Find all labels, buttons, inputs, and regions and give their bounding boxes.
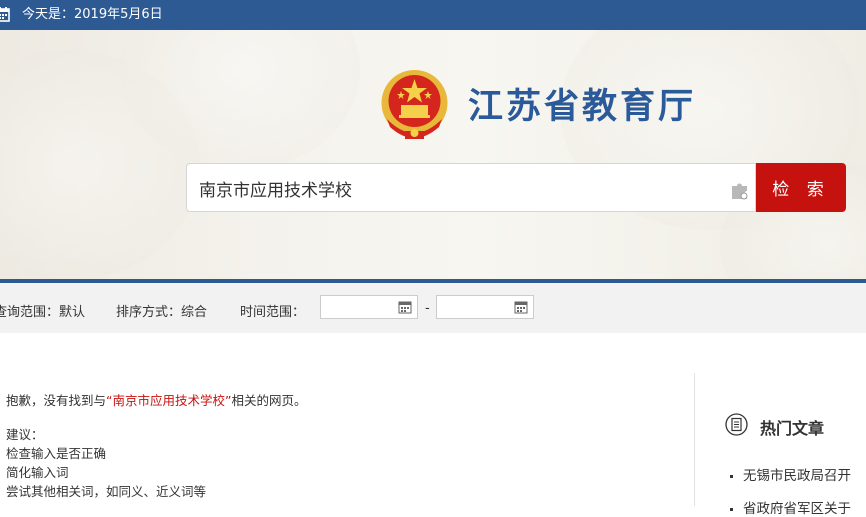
national-emblem [381, 70, 448, 139]
search-scope-filter[interactable]: 查询范围：默认 [0, 301, 85, 320]
hot-article-link[interactable]: 无锡市民政局召开 [730, 464, 851, 484]
suggestion-item: 检查输入是否正确 [6, 446, 107, 461]
search-input[interactable] [197, 174, 721, 203]
suggestion-item: 尝试其他相关词，如同义、近义词等 [6, 484, 207, 499]
calendar-icon [0, 7, 10, 22]
time-range-label: 时间范围： [240, 305, 306, 320]
calendar-icon[interactable] [398, 300, 412, 314]
calendar-icon[interactable] [514, 300, 528, 314]
puzzle-piece-icon[interactable] [730, 180, 750, 200]
date-range-separator: - [425, 301, 430, 316]
no-result-message: 抱歉，没有找到与“南京市应用技术学校”相关的网页。 [6, 393, 307, 408]
sidebar-divider [694, 373, 695, 506]
hot-article-link[interactable]: 省政府省军区关于 [730, 497, 851, 517]
current-date: 今天是：2019年5月6日 [22, 7, 163, 22]
search-button[interactable]: 检 索 [756, 163, 846, 212]
site-title: 江苏省教育厅 [468, 87, 697, 127]
start-date-input[interactable] [320, 295, 418, 319]
search-keyword: “南京市应用技术学校” [106, 393, 232, 408]
suggestion-item: 简化输入词 [6, 465, 69, 480]
filter-bar: 查询范围：默认 排序方式：综合 时间范围： - [0, 283, 866, 333]
header-banner: 江苏省教育厅 检 索 [0, 30, 866, 280]
document-icon [725, 413, 748, 436]
suggestions-title: 建议： [6, 427, 44, 442]
sort-order-filter[interactable]: 排序方式：综合 [116, 301, 207, 320]
search-box [186, 163, 756, 212]
top-bar: 今天是：2019年5月6日 [0, 0, 866, 30]
hot-articles-title: 热门文章 [760, 419, 825, 438]
end-date-input[interactable] [436, 295, 534, 319]
